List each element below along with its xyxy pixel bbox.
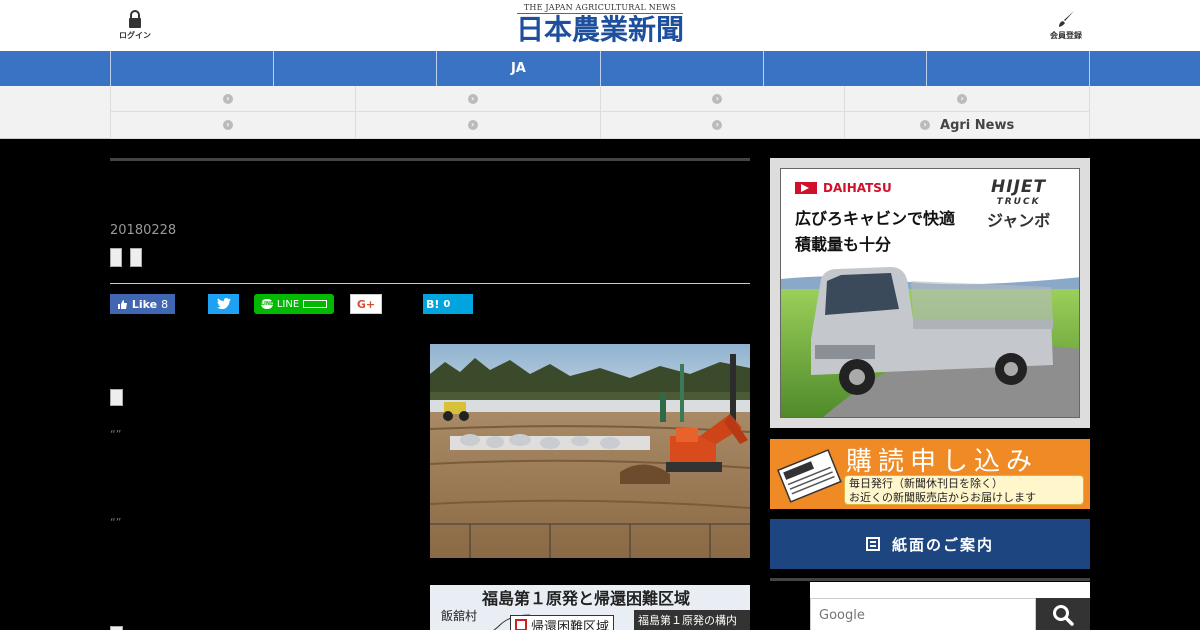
chevron-right-icon: › [467,93,478,104]
thumbs-up-icon [117,299,127,309]
sub-nav-item[interactable]: › [600,112,846,139]
sub-nav-item[interactable]: › [111,112,356,139]
brand-label: DAIHATSU [823,181,892,195]
main-nav-item-ja[interactable]: JA [437,51,601,86]
subscribe-info: 毎日発行（新聞休刊日を除く） お近くの新聞販売店からお届けします [844,475,1084,505]
ad-model-name: HIJET TRUCK ジャンボ [987,177,1050,231]
hatena-label: B! [426,297,440,311]
article-top-rule [110,158,750,161]
main-nav-item[interactable] [601,51,764,86]
sub-nav-label: Agri News [940,117,1015,133]
map-legend-label: 帰還困難区域 [531,620,610,630]
sidebar-ad[interactable]: DAIHATSU 広びろキャビンで快適 積載量も十分 HIJET TRUCK ジ… [770,158,1090,428]
search-button[interactable] [1036,598,1090,630]
sub-nav-item-agri-news[interactable]: › Agri News [845,112,1090,139]
quote-marks: “” [110,428,122,441]
model-jp-label: ジャンボ [987,211,1051,230]
chevron-right-icon: › [467,120,478,130]
sub-nav-item[interactable]: › [600,86,846,112]
line-share-button[interactable]: LINE LINE [254,294,334,314]
hatena-bookmark-button[interactable]: B! 0 [423,294,473,314]
signup-label: 会員登録 [1050,31,1082,40]
subscribe-line-1: 毎日発行（新聞休刊日を除く） [849,477,1003,490]
subscribe-banner[interactable]: 購読申し込み 毎日発行（新聞休刊日を除く） お近くの新聞販売店からお届けします [770,439,1090,509]
missing-glyph [303,300,328,308]
twitter-share-button[interactable] [208,294,239,314]
line-share-label: LINE [276,298,300,310]
quote-marks: “” [110,516,122,529]
subscribe-line-2: お近くの新聞販売店からお届けします [849,491,1036,504]
main-nav: JA [0,51,1200,86]
sidebar-rule [770,578,1090,581]
search-input[interactable] [810,598,1036,630]
model-label: HIJET [991,177,1047,197]
hatena-count: 0 [443,298,451,310]
facebook-like-count: 8 [161,297,169,311]
signup-button[interactable]: 会員登録 [1041,10,1091,41]
map-legend: 帰還困難区域 [510,615,615,630]
sub-nav-item[interactable]: › [355,112,601,139]
chevron-right-icon: › [957,93,968,104]
article-date: 20180228 [110,223,177,238]
search-icon [1053,605,1074,626]
article-divider [110,283,750,284]
missing-glyph [110,389,123,406]
login-label: ログイン [119,31,151,40]
model-sub-label: TRUCK [996,197,1041,207]
ad-headline-1: 広びろキャビンで快適 [795,209,956,228]
daihatsu-banner[interactable]: DAIHATSU 広びろキャビンで快適 積載量も十分 HIJET TRUCK ジ… [780,168,1080,418]
chevron-right-icon: › [712,120,723,130]
site-header: ログイン THE JAPAN AGRICULTURAL NEWS 日本農業新聞 … [0,0,1200,51]
ad-headline-2: 積載量も十分 [795,235,892,254]
sub-nav-item[interactable]: › [355,86,601,112]
twitter-bird-icon [216,298,231,310]
newspaper-page-icon [865,537,880,551]
main-nav-item[interactable] [111,51,275,86]
chevron-right-icon: › [712,93,723,104]
facebook-like-button[interactable]: Like 8 [110,294,175,314]
daihatsu-logo-icon [795,182,817,194]
chevron-right-icon: › [222,93,233,104]
main-nav-item[interactable] [927,51,1091,86]
facebook-like-label: Like [131,297,158,311]
missing-glyph [110,248,122,267]
main-nav-item[interactable] [764,51,927,86]
main-nav-item[interactable] [274,51,438,86]
subscribe-title: 購読申し込み [846,447,1039,477]
sub-nav-item[interactable]: › [111,86,356,112]
googleplus-label: G+ [356,297,376,311]
line-icon: LINE [260,299,274,309]
article-photo [430,344,750,558]
article-title [110,248,142,267]
chevron-right-icon: › [920,120,931,130]
sub-nav-item[interactable]: › [845,86,1090,112]
construction-site-image [430,344,750,558]
legend-swatch [515,619,527,630]
brush-icon [1059,11,1074,27]
paper-guide-label: 紙面のご案内 [891,535,994,554]
daihatsu-brand: DAIHATSU [795,181,892,195]
newspaper-icon [776,449,842,503]
missing-glyph [130,248,142,267]
sub-nav: › › › › › › › › Agri News [0,86,1200,139]
chevron-right-icon: › [222,120,233,130]
login-button[interactable]: ログイン [110,10,160,41]
site-logo[interactable]: THE JAPAN AGRICULTURAL NEWS 日本農業新聞 [503,3,697,46]
missing-glyph [110,626,123,630]
map-inset-label: 福島第１原発の構内図 [634,610,750,630]
lock-icon [129,10,141,28]
logo-japanese: 日本農業新聞 [515,13,684,46]
googleplus-share-button[interactable]: G+ [350,294,382,314]
evacuation-zone-map: 福島第１原発と帰還困難区域 飯舘村 帰還困難区域 福島第１原発の構内図 [430,585,750,630]
paper-guide-button[interactable]: 紙面のご案内 [770,519,1090,569]
